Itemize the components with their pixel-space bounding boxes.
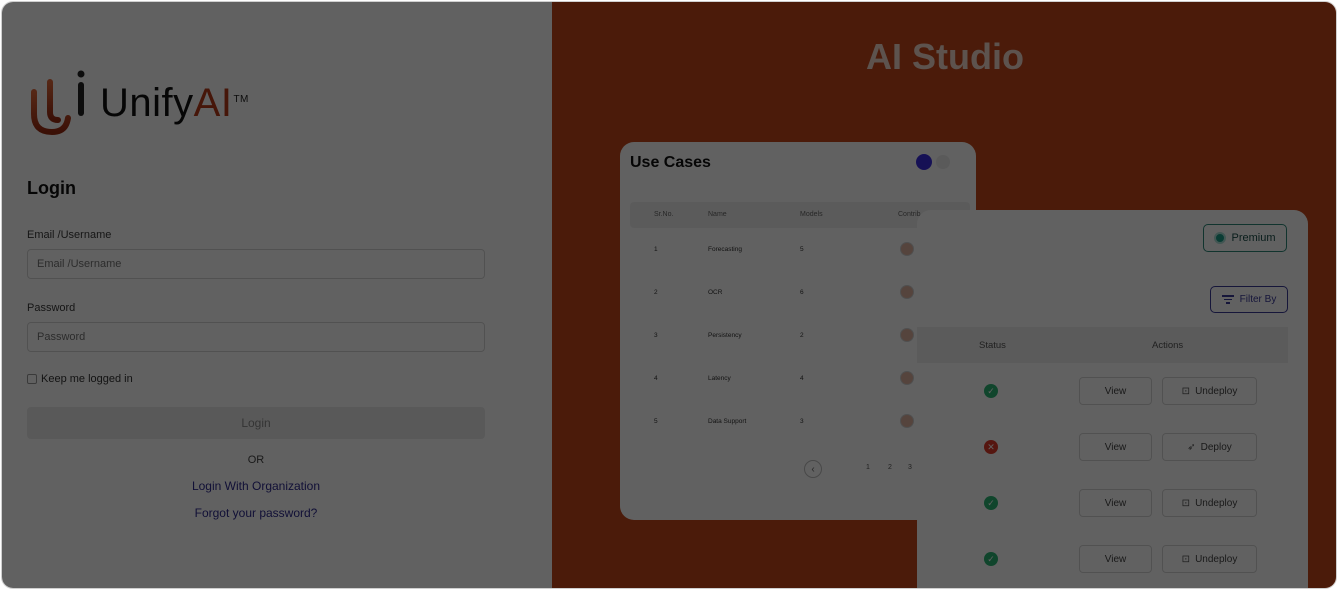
undeploy-label: Undeploy: [1195, 553, 1238, 565]
login-with-organization-link[interactable]: Login With Organization: [27, 479, 485, 493]
table-cell: 4: [654, 375, 658, 382]
login-button[interactable]: Login: [27, 407, 485, 439]
remember-me-checkbox[interactable]: [27, 374, 37, 384]
contributor-avatar: [900, 414, 914, 428]
pagination-page[interactable]: 2: [888, 464, 892, 471]
showcase-title: AI Studio: [866, 36, 1024, 77]
brand-name-main: Unify: [100, 80, 194, 125]
column-header: Models: [800, 211, 823, 218]
avatar: [916, 154, 932, 170]
table-cell: 2: [654, 289, 658, 296]
brand-name-accent: AI: [193, 80, 233, 125]
status-error-icon: ✕: [984, 440, 998, 454]
filter-by-button[interactable]: Filter By: [1210, 286, 1288, 313]
table-cell: 2: [800, 332, 804, 339]
deploy-label: Deploy: [1200, 441, 1232, 453]
contributor-avatar: [900, 328, 914, 342]
email-label: Email /Username: [27, 229, 112, 241]
remember-me-row[interactable]: Keep me logged in: [27, 373, 133, 385]
column-header: Sr.No.: [654, 211, 674, 218]
login-title: Login: [27, 178, 76, 198]
login-panel: UnifyAITM Login Email /Username Password…: [2, 2, 552, 588]
premium-badge: Premium: [1203, 224, 1287, 252]
undeploy-icon: ⊡: [1181, 385, 1191, 397]
email-field[interactable]: [27, 249, 485, 279]
undeploy-icon: ⊡: [1181, 553, 1191, 565]
table-row: ✕ View ➶ Deploy: [917, 419, 1288, 475]
password-label: Password: [27, 302, 76, 314]
view-button[interactable]: View: [1079, 377, 1152, 405]
unifyai-logo: UnifyAITM: [28, 68, 249, 138]
table-cell: OCR: [708, 289, 723, 296]
trademark-symbol: TM: [233, 93, 249, 105]
pagination-page[interactable]: 3: [908, 464, 912, 471]
unifyai-logo-icon: [31, 70, 85, 136]
login-page: UnifyAITM Login Email /Username Password…: [1, 1, 1337, 589]
deploy-button[interactable]: ➶ Deploy: [1162, 433, 1257, 461]
undeploy-button[interactable]: ⊡ Undeploy: [1162, 377, 1257, 405]
table-cell: 3: [654, 332, 658, 339]
deployments-table-header: Status Actions: [917, 327, 1288, 363]
filter-icon: [1221, 295, 1234, 304]
or-divider: OR: [247, 454, 265, 466]
view-button[interactable]: View: [1079, 489, 1152, 517]
undeploy-label: Undeploy: [1195, 497, 1238, 509]
undeploy-button[interactable]: ⊡ Undeploy: [1162, 489, 1257, 517]
table-cell: 4: [800, 375, 804, 382]
status-ok-icon: ✓: [984, 384, 998, 398]
contributor-avatar: [900, 285, 914, 299]
table-cell: Forecasting: [708, 246, 742, 253]
contributor-avatar: [900, 371, 914, 385]
table-cell: 3: [800, 418, 804, 425]
rocket-icon: ➶: [1187, 441, 1196, 453]
contributor-avatar: [900, 242, 914, 256]
password-field[interactable]: [27, 322, 485, 352]
table-cell: Latency: [708, 375, 731, 382]
column-header-status: Status: [979, 340, 1006, 351]
deployments-card: Premium Filter By Status Actions ✓ View …: [917, 210, 1308, 588]
table-cell: Persistency: [708, 332, 742, 339]
column-header: Name: [708, 211, 727, 218]
column-header-actions: Actions: [1152, 340, 1184, 351]
pagination-page[interactable]: 1: [866, 464, 870, 471]
pagination-prev-button[interactable]: ‹: [804, 460, 822, 478]
use-cases-title: Use Cases: [630, 154, 711, 171]
filter-by-label: Filter By: [1239, 294, 1277, 305]
view-button[interactable]: View: [1079, 433, 1152, 461]
forgot-password-link[interactable]: Forgot your password?: [27, 506, 485, 520]
table-cell: 6: [800, 289, 804, 296]
status-ok-icon: ✓: [984, 496, 998, 510]
remember-me-label: Keep me logged in: [41, 373, 133, 385]
view-button[interactable]: View: [1079, 545, 1152, 573]
table-row: ✓ View ⊡ Undeploy: [917, 531, 1288, 587]
table-row: ✓ View ⊡ Undeploy: [917, 475, 1288, 531]
undeploy-icon: ⊡: [1181, 497, 1191, 509]
table-cell: 1: [654, 246, 658, 253]
brand-wordmark: UnifyAITM: [100, 81, 249, 126]
table-cell: 5: [654, 418, 658, 425]
undeploy-button[interactable]: ⊡ Undeploy: [1162, 545, 1257, 573]
table-cell: Data Support: [708, 418, 747, 425]
premium-label: Premium: [1231, 232, 1276, 244]
premium-icon: [1214, 232, 1227, 244]
column-header: Contrib: [898, 211, 921, 218]
status-ok-icon: ✓: [984, 552, 998, 566]
showcase-panel: AI Studio Use Cases Sr.No. Name Models C…: [552, 2, 1336, 588]
undeploy-label: Undeploy: [1195, 385, 1238, 397]
avatar-secondary: [936, 155, 950, 169]
table-row: ✓ View ⊡ Undeploy: [917, 363, 1288, 419]
table-cell: 5: [800, 246, 804, 253]
